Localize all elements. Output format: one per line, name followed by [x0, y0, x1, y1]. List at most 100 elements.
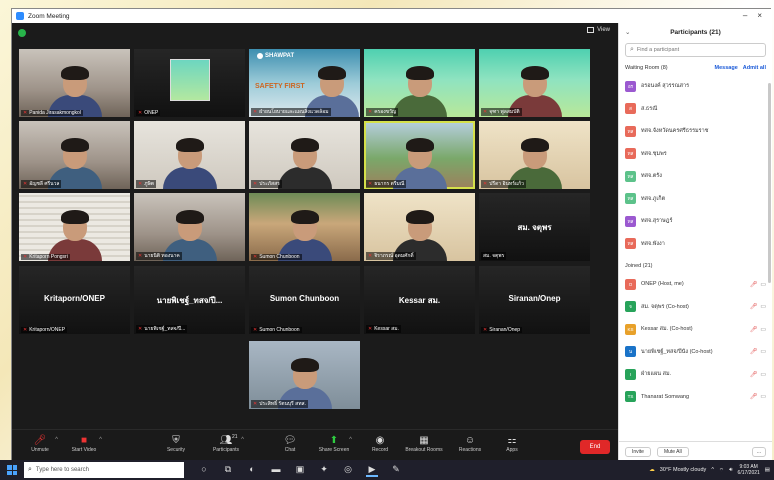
video-tile[interactable]: นายพิเชฐ์_ทสจ/ปี... ✕ นายพิเชฐ์_ทสจ/ปี... — [134, 266, 245, 334]
participants-count: 21 — [232, 434, 238, 440]
chrome-icon[interactable]: ◎ — [342, 464, 354, 477]
video-tile[interactable]: ✕ ประภัสสร — [249, 121, 360, 189]
zoom-taskbar-icon[interactable]: ▶ — [366, 464, 378, 477]
video-off-icon[interactable]: ▭ — [760, 371, 766, 378]
end-meeting-button[interactable]: End — [580, 440, 610, 454]
video-tile[interactable]: ✕ ครองขวัญ — [364, 49, 475, 117]
video-tile[interactable]: ✕ นายนิติ ทองนาค — [134, 193, 245, 261]
video-options-caret-icon[interactable]: ^ — [99, 437, 102, 443]
waiting-participant-row[interactable]: ทส ทสจ.พังงา — [619, 233, 772, 256]
waiting-participant-row[interactable]: ทส ทสจ.ตรัง — [619, 165, 772, 188]
unmute-button[interactable]: 🎤︎ Unmute ^ — [18, 434, 62, 453]
task-view-icon[interactable]: ⧉ — [222, 464, 234, 477]
joined-participant-row[interactable]: KS Kessar สม. (Co-host) 🎤︎ ▭ — [619, 318, 772, 341]
notifications-icon[interactable]: ▤ — [765, 467, 770, 473]
mute-all-button[interactable]: Mute All — [656, 446, 689, 457]
joined-participant-row[interactable]: จ สม. จตุพร (Co-host) 🎤︎ ▭ — [619, 296, 772, 319]
start-video-button[interactable]: ■ Start Video ^ — [62, 434, 106, 453]
windows-start-icon[interactable] — [4, 462, 20, 478]
share-screen-button[interactable]: ⬆ Share Screen ^ — [312, 434, 356, 453]
mic-muted-icon[interactable]: 🎤︎ — [750, 281, 758, 288]
taskbar-search[interactable]: ⌕ Type here to search — [24, 462, 184, 478]
video-tile[interactable]: สม. จตุพร สม. จตุพร — [479, 193, 590, 261]
waiting-participant-row[interactable]: ทส ทสจ.สุราษฎร์ — [619, 210, 772, 233]
tile-name-label: ✕ ธนากร ตรีมณี — [366, 180, 407, 188]
edge-icon[interactable]: ◐ — [246, 464, 258, 477]
video-off-icon[interactable]: ▭ — [760, 393, 766, 400]
tray-chevron-icon[interactable]: ^ — [711, 467, 714, 473]
video-off-icon[interactable]: ▭ — [760, 303, 766, 310]
participant-name: ธนากร ตรีมณี — [374, 181, 405, 187]
security-button[interactable]: ⛨ Security — [154, 434, 198, 453]
video-tile[interactable]: Sumon Chunboon ✕ Sumon Chunboon — [249, 266, 360, 334]
encryption-shield-icon[interactable] — [18, 29, 26, 37]
video-tile[interactable]: SHAWPAT SAFETY FIRST ✕ ฝ่ายนโยบายและแผนสิ่ง… — [249, 49, 360, 117]
more-options-button[interactable]: ... — [751, 446, 766, 457]
mic-muted-icon[interactable]: 🎤︎ — [750, 371, 758, 378]
waiting-room-label[interactable]: Waiting Room (8) — [625, 65, 668, 71]
dropbox-icon[interactable]: ✦ — [318, 464, 330, 477]
mic-muted-icon[interactable]: 🎤︎ — [750, 393, 758, 400]
video-tile[interactable]: Siranan/Onep ✕ Siranan/Onep — [479, 266, 590, 334]
waiting-participant-row[interactable]: ทส ทสจ.จังหวัดนครศรีธรรมราช — [619, 120, 772, 143]
tile-name-label: ✕ ประสิทธิ์ รัตนบุรี สทส. — [251, 400, 308, 408]
waiting-participant-row[interactable]: ทส ทสจ.ชุมพร — [619, 143, 772, 166]
video-off-icon[interactable]: ▭ — [760, 348, 766, 355]
close-icon[interactable]: × — [757, 11, 762, 20]
cortana-icon[interactable]: ○ — [198, 464, 210, 477]
participant-search[interactable]: ⌕ — [625, 43, 766, 57]
mic-muted-icon[interactable]: 🎤︎ — [750, 348, 758, 355]
breakout-rooms-button[interactable]: ▦ Breakout Rooms — [402, 434, 446, 453]
minimize-icon[interactable]: – — [743, 11, 747, 20]
share-options-caret-icon[interactable]: ^ — [349, 437, 352, 443]
participant-name: ส.ธรณี — [641, 105, 658, 112]
reactions-button[interactable]: ☺ Reactions — [448, 434, 492, 453]
video-tile[interactable]: ✕ ประสิทธิ์ รัตนบุรี สทส. — [249, 341, 360, 409]
clock[interactable]: 9:03 AM 6/17/2021 — [738, 464, 760, 476]
file-explorer-icon[interactable]: ▬ — [270, 464, 282, 477]
video-tile[interactable]: ✕ จุฑา พูลสมบัติ — [479, 49, 590, 117]
waiting-participant-row[interactable]: ส ส.ธรณี — [619, 98, 772, 121]
mic-muted-icon[interactable]: 🎤︎ — [750, 326, 758, 333]
message-waiting-link[interactable]: Message — [715, 65, 738, 71]
admit-all-link[interactable]: Admit all — [743, 65, 766, 71]
video-tile[interactable]: ✕ Sumon Chunboon — [249, 193, 360, 261]
store-icon[interactable]: ▣ — [294, 464, 306, 477]
audio-options-caret-icon[interactable]: ^ — [55, 437, 58, 443]
participant-search-input[interactable] — [636, 47, 757, 53]
video-tile[interactable]: Kritaporn/ONEP ✕ Kritaporn/ONEP — [19, 266, 130, 334]
video-tile[interactable]: Kessar สม. ✕ Kessar สม. — [364, 266, 475, 334]
video-tile[interactable]: ✕ ภูษิต — [134, 121, 245, 189]
video-tile[interactable]: ✕ จิราภรณ์ อุดมศักดิ์ — [364, 193, 475, 261]
video-off-icon[interactable]: ▭ — [760, 326, 766, 333]
video-tile[interactable]: ✕ ธนากร ตรีมณี — [364, 121, 475, 189]
app-icon[interactable]: ✎ — [390, 464, 402, 477]
joined-participant-row[interactable]: น นายพิเชฐ์_ทสจ/ปีนัง (Co-host) 🎤︎ ▭ — [619, 341, 772, 364]
apps-button[interactable]: ⚏ Apps — [490, 434, 534, 453]
video-tile[interactable]: ✕ Panida Jirasakmongkol — [19, 49, 130, 117]
video-tile[interactable]: ✕ Kritaporn Pongsri — [19, 193, 130, 261]
joined-participant-row[interactable]: I ฝ่ายแผน สม. 🎤︎ ▭ — [619, 363, 772, 386]
joined-participant-row[interactable]: TS Thanarat Somwang 🎤︎ ▭ — [619, 386, 772, 409]
invite-button[interactable]: Invite — [625, 446, 651, 457]
joined-participant-row[interactable]: O ONEP (Host, me) 🎤︎ ▭ — [619, 273, 772, 296]
waiting-participant-row[interactable]: อร อรอนงค์ สุวรรณสาร — [619, 75, 772, 98]
participants-button[interactable]: 👥︎ 21 Participants ^ — [204, 434, 248, 453]
weather-icon[interactable]: ☁ — [649, 467, 655, 473]
video-tile[interactable]: ✕ ปรีดา อินทร์แก้ว — [479, 121, 590, 189]
view-button[interactable]: View — [587, 27, 610, 33]
panel-header: ⌄ Participants (21) — [619, 23, 772, 41]
video-off-icon[interactable]: ▭ — [760, 281, 766, 288]
panel-scrollbar[interactable] — [768, 83, 771, 283]
record-button[interactable]: ◉ Record — [358, 434, 402, 453]
weather-text[interactable]: 30°F Mostly cloudy — [660, 467, 707, 473]
mic-muted-icon[interactable]: 🎤︎ — [750, 303, 758, 310]
chat-button[interactable]: 💬︎ Chat — [268, 434, 312, 453]
joined-label[interactable]: Joined (21) — [625, 263, 653, 269]
video-tile[interactable]: ✕ ONEP — [134, 49, 245, 117]
video-tile[interactable]: ✕ อัญชลี ศรีนวล — [19, 121, 130, 189]
participants-caret-icon[interactable]: ^ — [241, 437, 244, 443]
volume-icon[interactable]: 🔊︎ — [729, 467, 732, 474]
waiting-participant-row[interactable]: ทส ทสจ.ภูเก็ต — [619, 188, 772, 211]
network-icon[interactable]: ⌔ — [719, 467, 724, 474]
